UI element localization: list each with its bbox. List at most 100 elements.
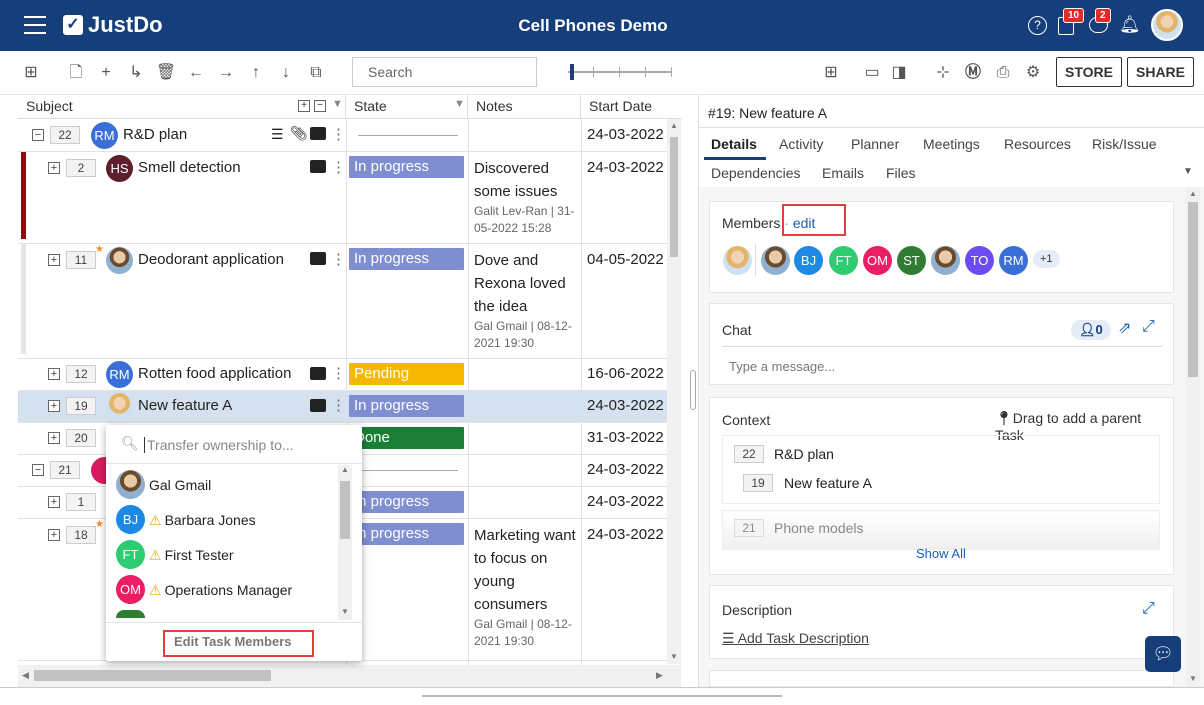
context-item[interactable]: R&D plan <box>774 446 834 462</box>
pane-splitter[interactable] <box>690 370 696 410</box>
chat-message-input[interactable]: Type a message... <box>729 359 835 374</box>
panel-scrollbar[interactable]: ▲ ▼ <box>1186 187 1200 687</box>
copy-icon[interactable]: ⧉ <box>305 62 327 84</box>
scroll-up-icon[interactable]: ▲ <box>1189 189 1197 198</box>
tab-files[interactable]: Files <box>886 165 916 181</box>
start-date[interactable]: 31-03-2022 <box>587 429 664 446</box>
store-button[interactable]: STORE <box>1056 57 1122 87</box>
expand-icon[interactable]: ⤢ <box>1142 600 1155 618</box>
zoom-slider[interactable] <box>568 64 672 80</box>
scrollbar-thumb[interactable] <box>34 670 271 681</box>
share-button[interactable]: SHARE <box>1127 57 1195 87</box>
search-input[interactable]: Search <box>352 57 537 87</box>
chat-participants-badge[interactable]: 👤︎0 <box>1071 320 1111 340</box>
briefcase-icon[interactable] <box>310 399 326 412</box>
bottom-handle[interactable] <box>422 695 782 697</box>
tab-details[interactable]: Details <box>711 136 757 152</box>
tab-planner[interactable]: Planner <box>851 136 899 152</box>
settings-gear-icon[interactable]: ⚙ <box>1022 62 1044 84</box>
status-badge[interactable]: In progress <box>349 248 464 270</box>
support-chat-button[interactable]: 💬︎ <box>1145 636 1181 672</box>
tab-risk-issue[interactable]: Risk/Issue <box>1092 136 1157 152</box>
tab-emails[interactable]: Emails <box>822 165 864 181</box>
move-down-icon[interactable]: ↓ <box>275 62 297 84</box>
task-subject[interactable]: Rotten food application <box>138 365 291 382</box>
tab-resources[interactable]: Resources <box>1004 136 1071 152</box>
scrollbar-thumb[interactable] <box>340 481 350 539</box>
tab-dependencies[interactable]: Dependencies <box>711 165 801 181</box>
expand-icon[interactable]: + <box>48 496 60 508</box>
start-date[interactable]: 16-06-2022 <box>587 365 664 382</box>
status-badge[interactable]: Pending <box>349 363 464 385</box>
dropdown-scrollbar[interactable]: ▲ ▼ <box>338 465 352 620</box>
attachment-icon[interactable]: 📎︎ <box>290 125 308 142</box>
scroll-up-icon[interactable]: ▲ <box>670 121 678 130</box>
status-badge[interactable]: In progress <box>349 491 464 513</box>
tab-meetings[interactable]: Meetings <box>923 136 980 152</box>
user-avatar[interactable] <box>1151 9 1183 41</box>
expand-icon[interactable]: ⤢ <box>1142 318 1155 336</box>
start-date[interactable]: 24-03-2022 <box>587 493 664 510</box>
column-header-start-date[interactable]: Start Date <box>581 95 681 119</box>
notes-cell[interactable]: Dove and Rexona loved the idea Gal Gmail … <box>474 249 580 352</box>
layout-split-icon[interactable]: ◨ <box>888 62 910 84</box>
task-subject[interactable]: New feature A <box>138 397 232 414</box>
members-more-badge[interactable]: +1 <box>1033 250 1060 268</box>
start-date[interactable]: 24-03-2022 <box>587 159 664 176</box>
tab-activity[interactable]: Activity <box>779 136 823 152</box>
scroll-up-icon[interactable]: ▲ <box>341 465 349 474</box>
start-date[interactable]: 24-03-2022 <box>587 461 664 478</box>
state-filter-icon[interactable]: ▼ <box>454 98 465 110</box>
table-row[interactable]: + 11 ★ Deodorant application ⋮ In progre… <box>18 244 681 359</box>
start-date[interactable]: 04-05-2022 <box>587 251 664 268</box>
move-up-icon[interactable]: ↑ <box>245 62 267 84</box>
task-subject[interactable]: R&D plan <box>123 126 187 143</box>
expand-all-icon[interactable]: + <box>298 100 310 112</box>
collapse-icon[interactable]: − <box>32 464 44 476</box>
print-icon[interactable]: ⎙ <box>992 62 1014 84</box>
column-header-subject[interactable]: Subject <box>18 95 346 119</box>
status-badge[interactable]: In progress <box>349 156 464 178</box>
scroll-down-icon[interactable]: ▼ <box>1189 674 1197 683</box>
table-row[interactable]: + 12 RM Rotten food application ⋮ Pendin… <box>18 359 681 391</box>
scroll-down-icon[interactable]: ▼ <box>341 607 349 616</box>
grid-view-icon[interactable]: ⊞ <box>20 62 42 84</box>
add-child-icon[interactable]: ↳ <box>125 62 147 84</box>
bell-icon[interactable]: 🔔︎ <box>1119 15 1141 35</box>
expand-icon[interactable]: + <box>48 529 60 541</box>
add-plugin-icon[interactable]: ⊞ <box>820 62 842 84</box>
start-date[interactable]: 24-03-2022 <box>587 526 664 543</box>
context-item[interactable]: New feature A <box>784 475 872 491</box>
start-date[interactable]: 24-03-2022 <box>587 397 664 414</box>
avatar[interactable]: ST <box>897 246 926 275</box>
status-badge[interactable]: In progress <box>349 523 464 545</box>
expand-icon[interactable]: + <box>48 400 60 412</box>
show-all-link[interactable]: Show All <box>916 546 966 561</box>
row-menu-icon[interactable]: ⋮ <box>331 158 346 176</box>
table-row-selected[interactable]: + 19 New feature A ⋮ In progress 24-03-2… <box>18 391 681 423</box>
tabs-more-icon[interactable]: ▼ <box>1183 166 1193 177</box>
avatar[interactable] <box>761 246 790 275</box>
vertical-scrollbar[interactable]: ▲ ▼ <box>667 119 681 664</box>
m-icon[interactable]: Ⓜ <box>962 62 984 84</box>
description-icon[interactable]: ☰ <box>271 126 284 143</box>
expand-icon[interactable]: + <box>48 432 60 444</box>
avatar[interactable]: FT <box>829 246 858 275</box>
status-badge[interactable]: Done <box>349 427 464 449</box>
filter-icon[interactable]: ▼ <box>332 98 343 110</box>
external-link-icon[interactable]: ⇗ <box>1118 318 1131 338</box>
outdent-icon[interactable]: ← <box>185 62 207 84</box>
avatar[interactable]: TO <box>965 246 994 275</box>
delete-icon[interactable]: 🗑︎ <box>155 62 177 84</box>
scroll-down-icon[interactable]: ▼ <box>670 652 678 661</box>
table-row[interactable]: + 2 HS Smell detection ⋮ In progress Dis… <box>18 152 681 244</box>
briefcase-icon[interactable] <box>310 367 326 380</box>
scrollbar-thumb[interactable] <box>1188 202 1198 377</box>
status-badge[interactable]: In progress <box>349 395 464 417</box>
avatar[interactable]: OM <box>863 246 892 275</box>
avatar[interactable]: RM <box>999 246 1028 275</box>
scroll-right-icon[interactable]: ▶ <box>656 670 663 681</box>
avatar[interactable]: BJ <box>794 246 823 275</box>
transfer-search-input[interactable]: Transfer ownership to... <box>144 437 294 453</box>
indent-icon[interactable]: → <box>215 62 237 84</box>
